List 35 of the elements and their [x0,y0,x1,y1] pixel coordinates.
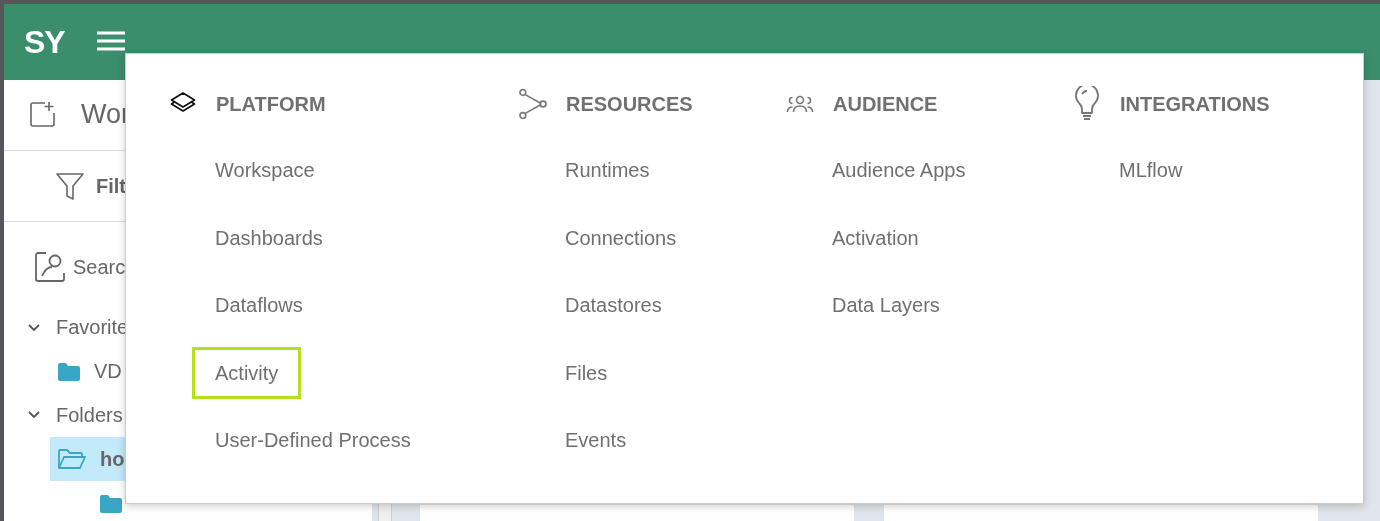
filter-button[interactable]: Filt [96,174,126,198]
users-icon [786,95,814,113]
menu-heading: INTEGRATIONS [1120,92,1270,116]
share-icon [519,88,547,120]
menu-item[interactable]: Datastores [542,279,685,331]
menu-item[interactable]: User-Defined Process [192,414,434,466]
lightbulb-icon [1073,86,1101,122]
menu-item[interactable]: Data Layers [809,279,963,331]
menu-item[interactable]: Activation [809,211,942,264]
menu-item[interactable]: MLflow [1096,144,1206,196]
add-icon[interactable] [29,101,56,129]
filter-icon[interactable] [56,172,84,200]
menu-item[interactable]: Files [542,346,631,399]
menu-heading: RESOURCES [566,92,693,116]
menu-item[interactable]: Dashboards [192,211,346,264]
menu-item[interactable]: Runtimes [542,144,673,196]
menu-item[interactable]: Events [542,414,650,466]
folder-item[interactable]: VD [50,349,182,394]
logo: SY [24,23,65,61]
search-user-icon[interactable] [35,252,65,283]
menu-item[interactable]: Workspace [192,144,338,196]
search-link[interactable]: Searc [73,255,126,279]
menu-item[interactable]: Dataflows [192,279,326,331]
folder-icon [100,495,122,514]
sidebar-title: Wor [81,99,130,131]
menu-item[interactable]: Connections [542,211,700,264]
menu-item[interactable]: Audience Apps [809,144,989,196]
section-label[interactable]: Favorite [56,316,129,340]
chevron-icon[interactable] [28,323,40,332]
menu-item[interactable]: Activity [192,346,302,399]
menu-heading: PLATFORM [216,92,326,116]
chevron-icon[interactable] [28,411,40,420]
menu-icon[interactable] [96,31,125,51]
section-label[interactable]: Folders [56,403,123,427]
menu-heading: AUDIENCE [833,92,938,116]
